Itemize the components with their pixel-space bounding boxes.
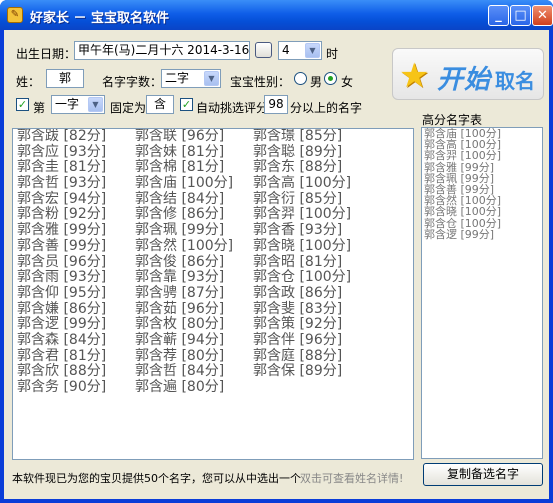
name-list-item[interactable]: 郭含枚 [80分] bbox=[135, 317, 233, 333]
auto-select-checkbox[interactable]: ✓ bbox=[180, 98, 193, 111]
position-prefix-label: 第 bbox=[33, 101, 46, 115]
name-list-item[interactable]: 郭含雅 [99分] bbox=[17, 222, 106, 239]
gender-label: 宝宝性别： bbox=[230, 75, 291, 89]
fixed-char-checkbox[interactable]: ✓ bbox=[16, 98, 29, 111]
maximize-button[interactable]: □ bbox=[510, 5, 531, 26]
char-position-select[interactable]: 一字 ▼ bbox=[51, 95, 105, 114]
name-list-item[interactable]: 郭含蕲 [94分] bbox=[135, 332, 233, 349]
gender-male-label: 男 bbox=[310, 75, 323, 89]
close-button[interactable]: ✕ bbox=[532, 5, 553, 26]
gender-male-radio[interactable] bbox=[294, 72, 307, 85]
birth-hour-value: 4 bbox=[282, 43, 290, 57]
minimize-button[interactable]: _ bbox=[488, 5, 509, 26]
star-icon: ★ bbox=[399, 56, 430, 96]
start-button-main-label: 开始 bbox=[437, 65, 492, 95]
hour-unit-label: 时 bbox=[326, 47, 339, 61]
high-score-item[interactable]: 郭含晓 [100分] bbox=[422, 206, 542, 217]
name-list-item[interactable]: 郭含仓 [100分] bbox=[253, 269, 351, 286]
name-list-item[interactable]: 郭含棉 [81分] bbox=[135, 160, 233, 176]
start-button-sub-label: 取名 bbox=[495, 69, 535, 93]
score-threshold-input[interactable]: 98 bbox=[264, 95, 288, 114]
name-list-item[interactable]: 郭含务 [90分] bbox=[17, 379, 106, 396]
gender-female-label: 女 bbox=[341, 75, 354, 89]
fixed-label: 固定为 bbox=[110, 101, 147, 115]
name-list-item[interactable]: 郭含茹 [96分] bbox=[135, 301, 233, 318]
name-list-item[interactable]: 郭含圭 [81分] bbox=[17, 160, 106, 176]
name-list-item[interactable]: 郭含哲 [93分] bbox=[17, 175, 106, 192]
name-length-label: 名字字数： bbox=[102, 75, 163, 89]
app-window: ✎ 好家长 － 宝宝取名软件 _ □ ✕ 出生日期： 甲午年(马)二月十六 20… bbox=[0, 0, 553, 503]
high-score-list[interactable]: 郭含庙 [100分] 郭含高 [100分] 郭含羿 [100分] 郭含雅 [99分] 郭… bbox=[421, 127, 543, 459]
name-list-item[interactable]: 郭含修 [86分] bbox=[135, 207, 233, 223]
score-suffix-label: 分以上的名字 bbox=[290, 101, 363, 115]
high-score-item[interactable]: 郭含羿 [100分] bbox=[422, 150, 542, 161]
chevron-down-icon: ▼ bbox=[204, 71, 219, 86]
name-list-item[interactable]: 郭含遍 [80分] bbox=[135, 379, 233, 396]
birth-date-label: 出生日期： bbox=[16, 47, 77, 61]
app-icon: ✎ bbox=[7, 7, 23, 23]
name-list-item[interactable]: 郭含东 [88分] bbox=[253, 160, 351, 176]
name-list-item[interactable]: 郭含欣 [88分] bbox=[17, 364, 106, 380]
client-area: 出生日期： 甲午年(马)二月十六 2014-3-16 4 ▼ 时 姓： 郭 名字… bbox=[4, 30, 549, 499]
name-list-item[interactable]: 郭含员 [96分] bbox=[17, 254, 106, 271]
name-list-item[interactable]: 郭含哲 [84分] bbox=[135, 364, 233, 380]
copy-names-button[interactable]: 复制备选名字 bbox=[423, 463, 543, 486]
name-list-item[interactable]: 郭含君 [81分] bbox=[17, 348, 106, 365]
name-list-item[interactable]: 郭含香 [93分] bbox=[253, 222, 351, 239]
name-list-item[interactable]: 郭含然 [100分] bbox=[135, 238, 233, 255]
name-list-item[interactable]: 郭含昭 [81分] bbox=[253, 254, 351, 271]
name-list-item[interactable]: 郭含粉 [92分] bbox=[17, 207, 106, 223]
name-list-item[interactable]: 郭含保 [89分] bbox=[253, 364, 351, 380]
name-list-item[interactable]: 郭含羿 [100分] bbox=[253, 207, 351, 223]
name-results-list[interactable]: 郭含跋 [82分] 郭含应 [93分] 郭含圭 [81分] 郭含哲 [93分] 郭含宏 … bbox=[12, 128, 414, 460]
name-list-item[interactable]: 郭含嫌 [86分] bbox=[17, 301, 106, 318]
auto-select-label: 自动挑选评分 bbox=[196, 101, 269, 115]
high-score-title: 高分名字表 bbox=[422, 113, 483, 127]
name-list-item[interactable]: 郭含晓 [100分] bbox=[253, 238, 351, 255]
name-list-item[interactable]: 郭含森 [84分] bbox=[17, 332, 106, 349]
name-column-1: 郭含跋 [82分] 郭含应 [93分] 郭含圭 [81分] 郭含哲 [93分] 郭含宏 … bbox=[17, 129, 106, 396]
char-position-value: 一字 bbox=[55, 97, 80, 111]
chevron-down-icon: ▼ bbox=[88, 97, 103, 112]
high-score-item[interactable]: 郭含逻 [99分] bbox=[422, 229, 542, 240]
name-list-item[interactable]: 郭含斐 [83分] bbox=[253, 301, 351, 318]
name-list-item[interactable]: 郭含联 [96分] bbox=[135, 129, 233, 145]
name-list-item[interactable]: 郭含高 [100分] bbox=[253, 175, 351, 192]
name-list-item[interactable]: 郭含逻 [99分] bbox=[17, 317, 106, 333]
window-title: 好家长 － 宝宝取名软件 bbox=[30, 11, 170, 26]
birth-date-field[interactable]: 甲午年(马)二月十六 2014-3-16 bbox=[74, 41, 250, 60]
name-list-item[interactable]: 郭含跋 [82分] bbox=[17, 129, 106, 145]
status-text: 本软件现已为您的宝贝提供50个名字，您可以从中选出一个 bbox=[12, 472, 301, 485]
status-hint: 双击可查看姓名详情! bbox=[300, 472, 404, 485]
name-list-item[interactable]: 郭含俊 [86分] bbox=[135, 254, 233, 271]
name-list-item[interactable]: 郭含靠 [93分] bbox=[135, 269, 233, 286]
name-list-item[interactable]: 郭含庭 [88分] bbox=[253, 348, 351, 365]
name-list-item[interactable]: 郭含珮 [99分] bbox=[135, 222, 233, 239]
name-list-item[interactable]: 郭含骋 [87分] bbox=[135, 285, 233, 302]
name-column-3: 郭含璟 [85分] 郭含聪 [89分] 郭含东 [88分] 郭含高 [100分] 郭含衍… bbox=[253, 129, 351, 380]
fixed-char-input[interactable]: 含 bbox=[146, 95, 174, 114]
name-list-item[interactable]: 郭含伴 [96分] bbox=[253, 332, 351, 349]
name-list-item[interactable]: 郭含仰 [95分] bbox=[17, 285, 106, 302]
gender-female-radio[interactable] bbox=[324, 72, 337, 85]
surname-label: 姓： bbox=[16, 75, 41, 89]
name-column-2: 郭含联 [96分] 郭含妹 [81分] 郭含棉 [81分] 郭含庙 [100分] 郭含结… bbox=[135, 129, 233, 396]
surname-input[interactable]: 郭 bbox=[46, 69, 84, 88]
name-list-item[interactable]: 郭含策 [92分] bbox=[253, 317, 351, 333]
name-length-select[interactable]: 二字 ▼ bbox=[161, 69, 221, 88]
calendar-button[interactable] bbox=[255, 42, 272, 58]
birth-hour-select[interactable]: 4 ▼ bbox=[278, 41, 322, 60]
name-list-item[interactable]: 郭含庙 [100分] bbox=[135, 175, 233, 192]
name-list-item[interactable]: 郭含善 [99分] bbox=[17, 238, 106, 255]
name-list-item[interactable]: 郭含政 [86分] bbox=[253, 285, 351, 302]
name-list-item[interactable]: 郭含荐 [80分] bbox=[135, 348, 233, 365]
name-length-value: 二字 bbox=[165, 71, 190, 85]
chevron-down-icon: ▼ bbox=[305, 43, 320, 58]
name-list-item[interactable]: 郭含雨 [93分] bbox=[17, 269, 106, 286]
start-naming-button[interactable]: ★ 开始 取名 bbox=[392, 48, 544, 100]
title-bar[interactable]: ✎ 好家长 － 宝宝取名软件 _ □ ✕ bbox=[0, 0, 553, 30]
name-list-item[interactable]: 郭含璟 [85分] bbox=[253, 129, 351, 145]
